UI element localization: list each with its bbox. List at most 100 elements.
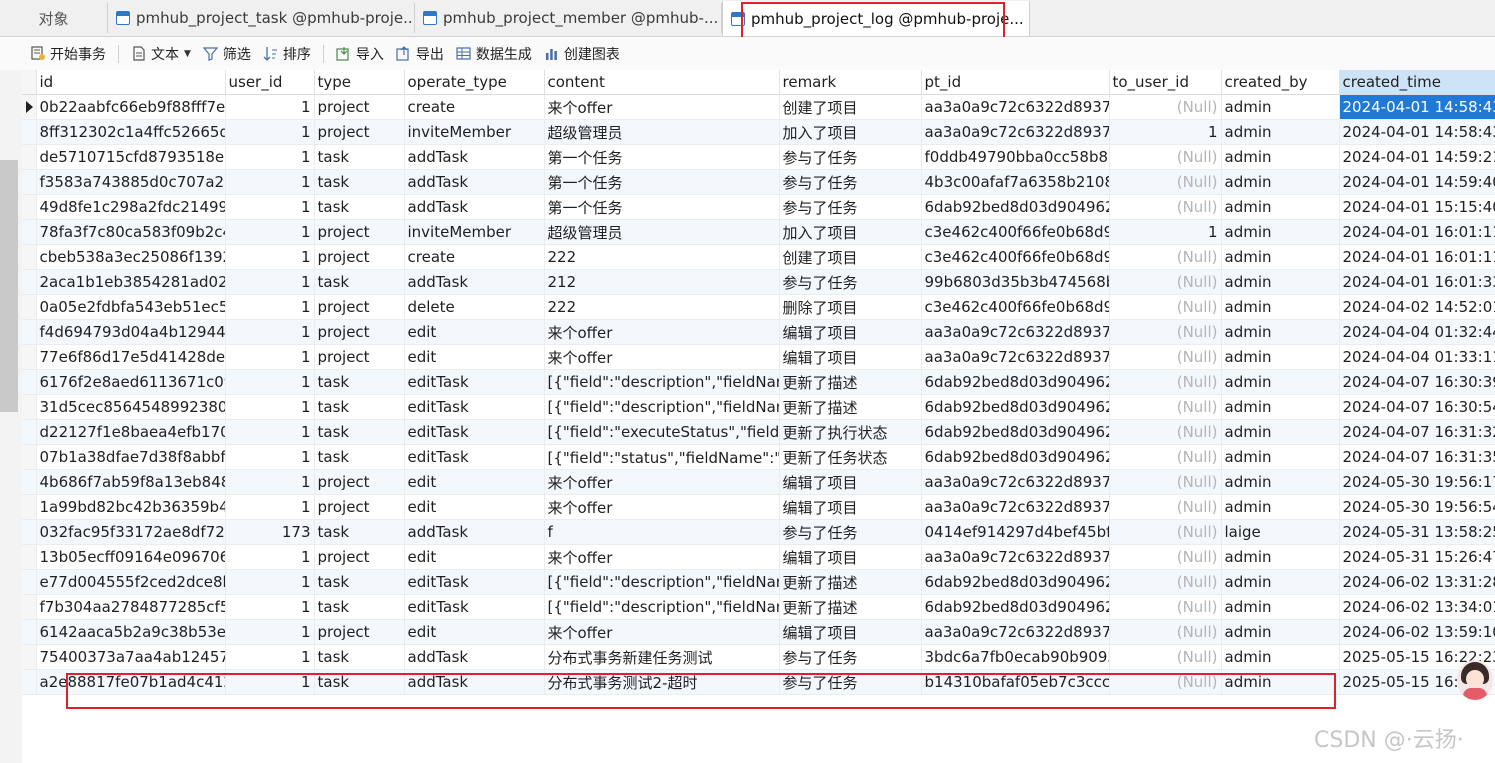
cell-type[interactable]: task [314, 569, 405, 595]
table-row[interactable]: 0a05e2fdbfa543eb51ec5a 1 project delete 222 删… [22, 294, 1495, 320]
table-row[interactable]: 0b22aabfc66eb9f88fff7e0 1 project create 来个o… [22, 94, 1495, 120]
table-row[interactable]: de5710715cfd8793518e9 1 task addTask 第一个任务 参与… [22, 144, 1495, 170]
cell-remark[interactable]: 编辑了项目 [779, 319, 922, 345]
table-row[interactable]: f7b304aa2784877285cf5a 1 task editTask [{"fi… [22, 594, 1495, 620]
column-header-operate-type[interactable]: operate_type [404, 70, 545, 95]
cell-to-user-id[interactable]: (Null) [1109, 244, 1222, 270]
table-row[interactable]: 4b686f7ab59f8a13eb848 1 project edit 来个offer… [22, 469, 1495, 495]
cell-id[interactable]: 8ff312302c1a4ffc52665d8 [36, 119, 226, 145]
cell-type[interactable]: project [314, 294, 405, 320]
cell-content[interactable]: 来个offer [544, 94, 780, 120]
cell-created-time[interactable]: 2024-04-07 16:30:54 [1339, 394, 1495, 420]
cell-created-time[interactable]: 2024-06-02 13:59:10 [1339, 619, 1495, 645]
cell-type[interactable]: project [314, 494, 405, 520]
cell-content[interactable]: 来个offer [544, 494, 780, 520]
cell-remark[interactable]: 更新了描述 [779, 369, 922, 395]
cell-remark[interactable]: 编辑了项目 [779, 619, 922, 645]
cell-type[interactable]: task [314, 369, 405, 395]
cell-pt-id[interactable]: b14310bafaf05eb7c3ccc1 [921, 669, 1110, 695]
cell-operate-type[interactable]: edit [404, 619, 545, 645]
cell-operate-type[interactable]: inviteMember [404, 219, 545, 245]
table-row[interactable]: d22127f1e8baea4efb170 1 task editTask [{"fie… [22, 419, 1495, 445]
cell-created-time[interactable]: 2024-04-02 14:52:01 [1339, 294, 1495, 320]
cell-content[interactable]: [{"field":"description","fieldName [544, 594, 780, 620]
cell-created-by[interactable]: admin [1221, 144, 1340, 170]
cell-operate-type[interactable]: inviteMember [404, 119, 545, 145]
cell-pt-id[interactable]: 6dab92bed8d03d904962 [921, 194, 1110, 220]
cell-content[interactable]: 超级管理员 [544, 219, 780, 245]
cell-content[interactable]: 来个offer [544, 469, 780, 495]
cell-id[interactable]: 49d8fe1c298a2fdc214999 [36, 194, 226, 220]
column-header-pt-id[interactable]: pt_id [921, 70, 1110, 95]
cell-operate-type[interactable]: edit [404, 469, 545, 495]
cell-user-id[interactable]: 1 [225, 569, 315, 595]
cell-created-time[interactable]: 2024-04-07 16:30:39 [1339, 369, 1495, 395]
text-button[interactable]: 文本 ▼ [125, 41, 197, 67]
cell-pt-id[interactable]: aa3a0a9c72c6322d89376 [921, 469, 1110, 495]
cell-remark[interactable]: 创建了项目 [779, 244, 922, 270]
cell-type[interactable]: project [314, 544, 405, 570]
cell-to-user-id[interactable]: (Null) [1109, 144, 1222, 170]
cell-remark[interactable]: 编辑了项目 [779, 344, 922, 370]
cell-to-user-id[interactable]: (Null) [1109, 494, 1222, 520]
row-marker[interactable] [22, 394, 37, 420]
cell-type[interactable]: project [314, 344, 405, 370]
cell-pt-id[interactable]: 3bdc6a7fb0ecab90b9093 [921, 644, 1110, 670]
cell-pt-id[interactable]: c3e462c400f66fe0b68d9 [921, 219, 1110, 245]
assistant-avatar[interactable] [1457, 660, 1493, 700]
cell-created-time[interactable]: 2024-05-31 13:58:25 [1339, 519, 1495, 545]
cell-type[interactable]: task [314, 669, 405, 695]
row-marker[interactable] [22, 369, 37, 395]
cell-user-id[interactable]: 1 [225, 219, 315, 245]
cell-user-id[interactable]: 1 [225, 369, 315, 395]
cell-remark[interactable]: 删除了项目 [779, 294, 922, 320]
cell-user-id[interactable]: 1 [225, 444, 315, 470]
cell-created-by[interactable]: admin [1221, 619, 1340, 645]
cell-to-user-id[interactable]: (Null) [1109, 319, 1222, 345]
cell-content[interactable]: 第一个任务 [544, 169, 780, 195]
cell-id[interactable]: f3583a743885d0c707a21 [36, 169, 226, 195]
cell-operate-type[interactable]: addTask [404, 644, 545, 670]
cell-user-id[interactable]: 1 [225, 119, 315, 145]
cell-created-by[interactable]: admin [1221, 269, 1340, 295]
cell-created-by[interactable]: admin [1221, 194, 1340, 220]
cell-created-by[interactable]: admin [1221, 369, 1340, 395]
row-marker[interactable] [22, 619, 37, 645]
cell-operate-type[interactable]: addTask [404, 519, 545, 545]
cell-created-time[interactable]: 2024-04-01 16:01:33 [1339, 269, 1495, 295]
cell-created-by[interactable]: admin [1221, 644, 1340, 670]
cell-operate-type[interactable]: editTask [404, 569, 545, 595]
table-row[interactable]: 2aca1b1eb3854281ad02b 1 task addTask 212 参与了任… [22, 269, 1495, 295]
cell-operate-type[interactable]: edit [404, 319, 545, 345]
cell-pt-id[interactable]: aa3a0a9c72c6322d89376 [921, 544, 1110, 570]
cell-created-by[interactable]: admin [1221, 669, 1340, 695]
cell-created-time[interactable]: 2024-04-01 14:59:21 [1339, 144, 1495, 170]
cell-pt-id[interactable]: aa3a0a9c72c6322d89376 [921, 94, 1110, 120]
cell-to-user-id[interactable]: (Null) [1109, 594, 1222, 620]
column-header-type[interactable]: type [314, 70, 405, 95]
cell-pt-id[interactable]: aa3a0a9c72c6322d89376 [921, 494, 1110, 520]
cell-type[interactable]: project [314, 94, 405, 120]
cell-operate-type[interactable]: editTask [404, 444, 545, 470]
cell-to-user-id[interactable]: (Null) [1109, 194, 1222, 220]
cell-user-id[interactable]: 1 [225, 194, 315, 220]
cell-pt-id[interactable]: aa3a0a9c72c6322d89376 [921, 344, 1110, 370]
cell-operate-type[interactable]: edit [404, 494, 545, 520]
cell-id[interactable]: 0b22aabfc66eb9f88fff7e0 [36, 94, 226, 120]
row-marker[interactable] [22, 419, 37, 445]
cell-remark[interactable]: 更新了任务状态 [779, 444, 922, 470]
table-row[interactable]: 78fa3f7c80ca583f09b2c4 1 project inviteMemb… [22, 219, 1495, 245]
cell-to-user-id[interactable]: (Null) [1109, 469, 1222, 495]
cell-id[interactable]: d22127f1e8baea4efb170 [36, 419, 226, 445]
table-row[interactable]: 75400373a7aa4ab12457e 1 task addTask 分布式事务新建… [22, 644, 1495, 670]
tab-objects[interactable]: 对象 [0, 3, 108, 33]
cell-operate-type[interactable]: editTask [404, 394, 545, 420]
cell-created-by[interactable]: admin [1221, 544, 1340, 570]
row-marker[interactable] [22, 344, 37, 370]
cell-operate-type[interactable]: edit [404, 344, 545, 370]
cell-operate-type[interactable]: create [404, 244, 545, 270]
cell-type[interactable]: project [314, 619, 405, 645]
cell-pt-id[interactable]: aa3a0a9c72c6322d89376 [921, 319, 1110, 345]
row-marker[interactable] [22, 669, 37, 695]
cell-pt-id[interactable]: 6dab92bed8d03d904962 [921, 419, 1110, 445]
